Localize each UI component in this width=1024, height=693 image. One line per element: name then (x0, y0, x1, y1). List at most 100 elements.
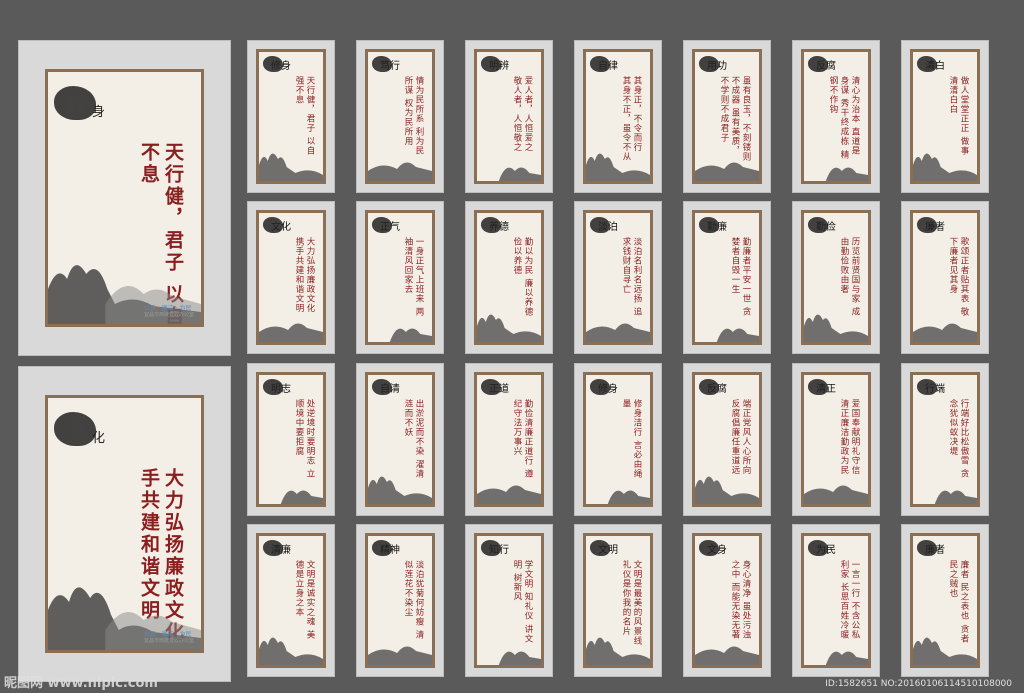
ink-blot-icon (372, 379, 392, 395)
landscape-icon (259, 637, 323, 665)
landscape-icon (586, 637, 650, 665)
ink-blot-icon (699, 540, 719, 556)
large-board-wenhua: 文化 大力弘扬廉政文化 携手共建和谐文明 公正 · 廉洁 · 为民 宜昌市西陵党… (18, 366, 231, 682)
landscape-icon (477, 314, 541, 342)
motto-card: 反腐端正党风人心所向 反腐倡廉任重道远 (683, 363, 771, 516)
card-inner: 清白做人堂堂正正 做事清清白白 (910, 49, 980, 184)
card-inner: 知行学文明 知礼仪 讲文明 树新风 (474, 533, 544, 668)
card-inner: 自清出淤泥而不染 濯清涟而不妖 (365, 372, 435, 507)
badge: 用功 (699, 56, 727, 72)
badge: 修身 (590, 379, 618, 395)
badge: 笃行 (372, 56, 400, 72)
motto-card: 修身天行健，君子 以自强不息 (247, 40, 335, 193)
large-board-xiushen: 修身 天行健，君子 以自强不息 公正 · 廉洁 · 为民 宜昌市西陵党政办公室 (18, 40, 231, 356)
landscape-icon (259, 323, 323, 342)
motto-card: 用功虽有良玉，不刻镂则不成器 虽有美质，不学则不成君子 (683, 40, 771, 193)
badge: 反腐 (699, 379, 727, 395)
motto-card: 文明文明是最美的风景线 礼仪是你我的名片 (574, 524, 662, 677)
motto-card: 笃行情为民所系 利为民所谋 权为民所用 (356, 40, 444, 193)
ink-blot-icon (917, 217, 937, 233)
motto-card: 自清出淤泥而不染 濯清涟而不妖 (356, 363, 444, 516)
landscape-icon (825, 167, 868, 181)
ink-blot-icon (590, 56, 610, 72)
motto-card: 正气一身正气上班来 两袖清风回家去 (356, 201, 444, 354)
badge: 自律 (590, 56, 618, 72)
badge: 明志 (263, 379, 291, 395)
ink-blot-icon (54, 86, 96, 120)
ink-blot-icon (917, 540, 937, 556)
ink-blot-icon (808, 540, 828, 556)
ink-blot-icon (699, 56, 719, 72)
motto-card: 勤俭历览前贤国与家 成由勤俭败由奢 (792, 201, 880, 354)
landscape-icon (498, 651, 541, 665)
badge: 清正 (808, 379, 836, 395)
ink-blot-icon (917, 379, 937, 395)
motto-card: 为民一言一行 不含公私利家 长思百姓冷暖 (792, 524, 880, 677)
motto-card: 反腐清心为治本 直道是身谋 秀干终成栋 精钢不作钩 (792, 40, 880, 193)
motto-card: 廉者廉者 民之表也 贪者 民之贼也 (901, 524, 989, 677)
ink-blot-icon (808, 217, 828, 233)
landscape-icon (586, 323, 650, 342)
card-inner: 勤廉勤廉者平安一世 贪婪者自毁一生 (692, 210, 762, 345)
landscape-icon (368, 476, 432, 504)
card-inner: 正气一身正气上班来 两袖清风回家去 (365, 210, 435, 345)
card-inner: 反腐端正党风人心所向 反腐倡廉任重道远 (692, 372, 762, 507)
ink-blot-icon (54, 412, 96, 446)
landscape-icon (913, 323, 977, 342)
badge: 勤俭 (808, 217, 836, 233)
motto-card: 精神淡泊犹菊何妨瘦 清似莲花不染尘 (356, 524, 444, 677)
tag-line-2: 宜昌市西陵党政办公室 (144, 638, 195, 644)
image-id: ID:1582651 NO:20160106114510108000 (825, 679, 1012, 689)
card-inner: 修身修身洁行 言必由绳墨 (583, 372, 653, 507)
motto-card: 明辨爱人者，人恒爱之 敬人者，人恒敬之 (465, 40, 553, 193)
large-board-inner: 文化 大力弘扬廉政文化 携手共建和谐文明 公正 · 廉洁 · 为民 宜昌市西陵党… (45, 395, 204, 653)
ink-blot-icon (590, 540, 610, 556)
motto-card: 行端行端好比松傲雪 贪念犹似蚁决堤 (901, 363, 989, 516)
badge: 修身 (54, 86, 105, 120)
ink-blot-icon (372, 217, 392, 233)
ink-blot-icon (372, 540, 392, 556)
card-inner: 反腐清心为治本 直道是身谋 秀干终成栋 精钢不作钩 (801, 49, 871, 184)
card-inner: 清正爱国奉献明礼守信 清正廉洁勤政为民 (801, 372, 871, 507)
badge: 修身 (263, 56, 291, 72)
tag-line-2: 宜昌市西陵党政办公室 (144, 312, 195, 318)
badge: 廉者 (917, 217, 945, 233)
badge: 清廉 (263, 540, 291, 556)
ink-blot-icon (808, 379, 828, 395)
card-inner: 明志处逆境时要明志 立顺境中要拒腐 (256, 372, 326, 507)
card-inner: 养德勤以为民 廉以养德 俭以养德 (474, 210, 544, 345)
card-inner: 行端行端好比松傲雪 贪念犹似蚁决堤 (910, 372, 980, 507)
ink-blot-icon (481, 379, 501, 395)
ink-blot-icon (372, 56, 392, 72)
ink-blot-icon (699, 217, 719, 233)
motto-card: 自律其身正，不令而行 其身不正，虽令不从 (574, 40, 662, 193)
motto-card: 正道勤俭清廉正道行 遵纪守法万事兴 (465, 363, 553, 516)
card-inner: 精神淡泊犹菊何妨瘦 清似莲花不染尘 (365, 533, 435, 668)
ink-blot-icon (808, 56, 828, 72)
landscape-icon (368, 162, 432, 181)
badge: 明辨 (481, 56, 509, 72)
badge: 清白 (917, 56, 945, 72)
ink-blot-icon (263, 56, 283, 72)
landscape-icon (804, 485, 868, 504)
motto-card: 文身身心清净 虽处污浊之中 而能无染无著 (683, 524, 771, 677)
card-inner: 淡泊淡泊名利名远扬 追求钱财自寻亡 (583, 210, 653, 345)
badge: 廉者 (917, 540, 945, 556)
card-inner: 笃行情为民所系 利为民所谋 权为民所用 (365, 49, 435, 184)
ink-blot-icon (590, 379, 610, 395)
badge: 文明 (590, 540, 618, 556)
landscape-icon (695, 162, 759, 181)
card-inner: 清廉文明是诚实之魂 美德是立身之本 (256, 533, 326, 668)
ink-blot-icon (699, 379, 719, 395)
badge: 文化 (263, 217, 291, 233)
card-inner: 明辨爱人者，人恒爱之 敬人者，人恒敬之 (474, 49, 544, 184)
landscape-icon (825, 651, 868, 665)
ink-blot-icon (481, 540, 501, 556)
motto-card: 廉者歌颂正者贴其表 敬下廉者见其身 (901, 201, 989, 354)
motto-card: 勤廉勤廉者平安一世 贪婪者自毁一生 (683, 201, 771, 354)
motto-card: 知行学文明 知礼仪 讲文明 树新风 (465, 524, 553, 677)
card-inner: 修身天行健，君子 以自强不息 (256, 49, 326, 184)
badge: 养德 (481, 217, 509, 233)
motto-card: 养德勤以为民 廉以养德 俭以养德 (465, 201, 553, 354)
landscape-icon (389, 328, 432, 342)
